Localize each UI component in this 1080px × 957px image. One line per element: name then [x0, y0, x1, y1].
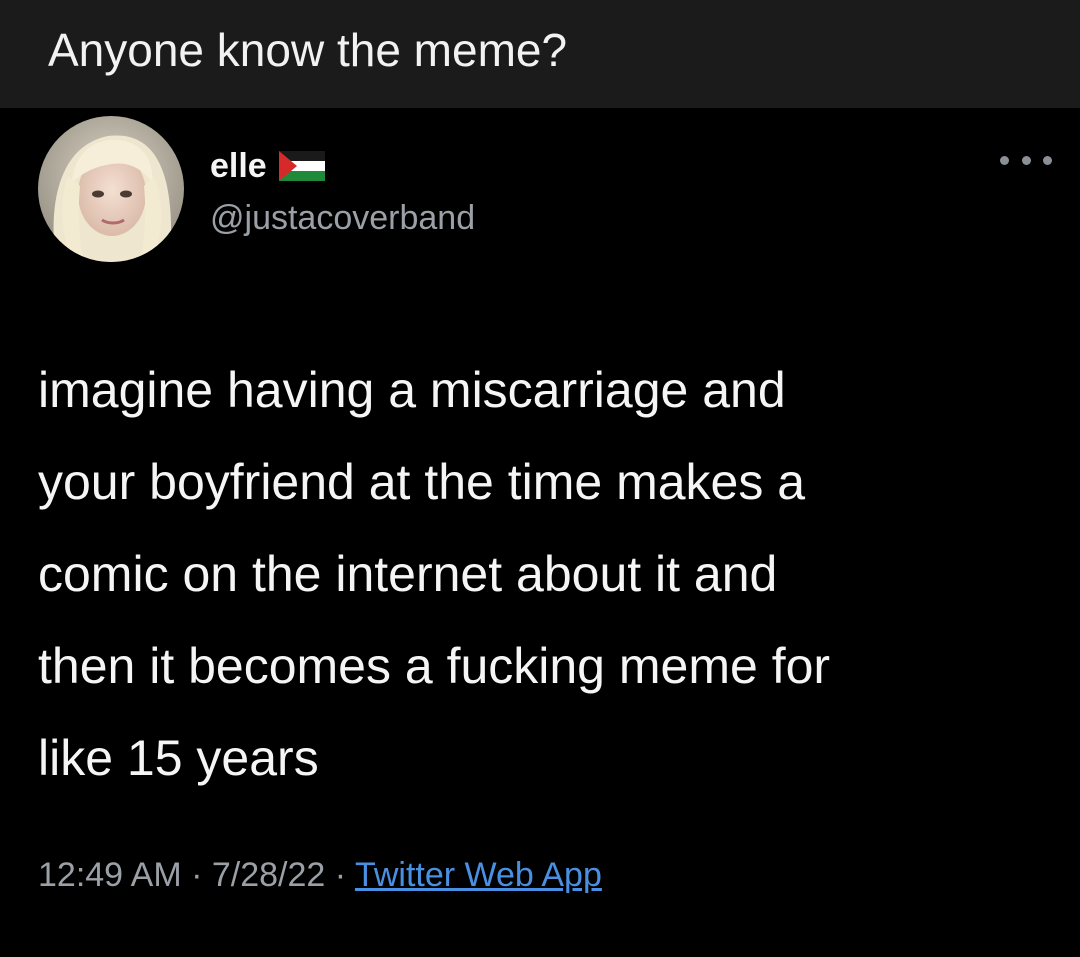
- tweet-source-link[interactable]: Twitter Web App: [355, 856, 602, 894]
- tweet-text-line: then it becomes a fucking meme for: [38, 638, 831, 694]
- tweet-text-line: your boyfriend at the time makes a: [38, 454, 806, 510]
- more-options-icon[interactable]: [1000, 152, 1052, 168]
- meta-separator: ·: [181, 856, 212, 894]
- tweet-text-line: like 15 years: [38, 730, 319, 786]
- dot: [1043, 155, 1052, 165]
- dot: [1021, 155, 1031, 165]
- meta-separator: ·: [325, 856, 355, 894]
- tweet-text-line: comic on the internet about it and: [38, 546, 778, 602]
- tweet-date[interactable]: 7/28/22: [212, 856, 325, 894]
- tweet-text-line: imagine having a miscarriage and: [38, 362, 786, 418]
- display-name-row[interactable]: elle: [210, 146, 325, 186]
- screenshot-page: Anyone know the meme? elle @justacoverba…: [0, 0, 1080, 957]
- display-name[interactable]: elle: [210, 146, 267, 186]
- user-handle[interactable]: @justacoverband: [210, 198, 475, 238]
- palestine-flag-icon: [278, 151, 325, 181]
- tweet-card: elle @justacoverband imagine having a mi…: [0, 108, 1080, 957]
- avatar[interactable]: [38, 116, 184, 262]
- tweet-meta: 12:49 AM · 7/28/22 · Twitter Web App: [38, 854, 602, 896]
- tweet-text: imagine having a miscarriage and your bo…: [38, 344, 1068, 804]
- tweet-time[interactable]: 12:49 AM: [38, 856, 182, 894]
- dot: [1000, 155, 1009, 165]
- caption-bar: Anyone know the meme?: [0, 0, 1080, 108]
- avatar-image: [38, 116, 184, 262]
- caption-title: Anyone know the meme?: [48, 24, 568, 76]
